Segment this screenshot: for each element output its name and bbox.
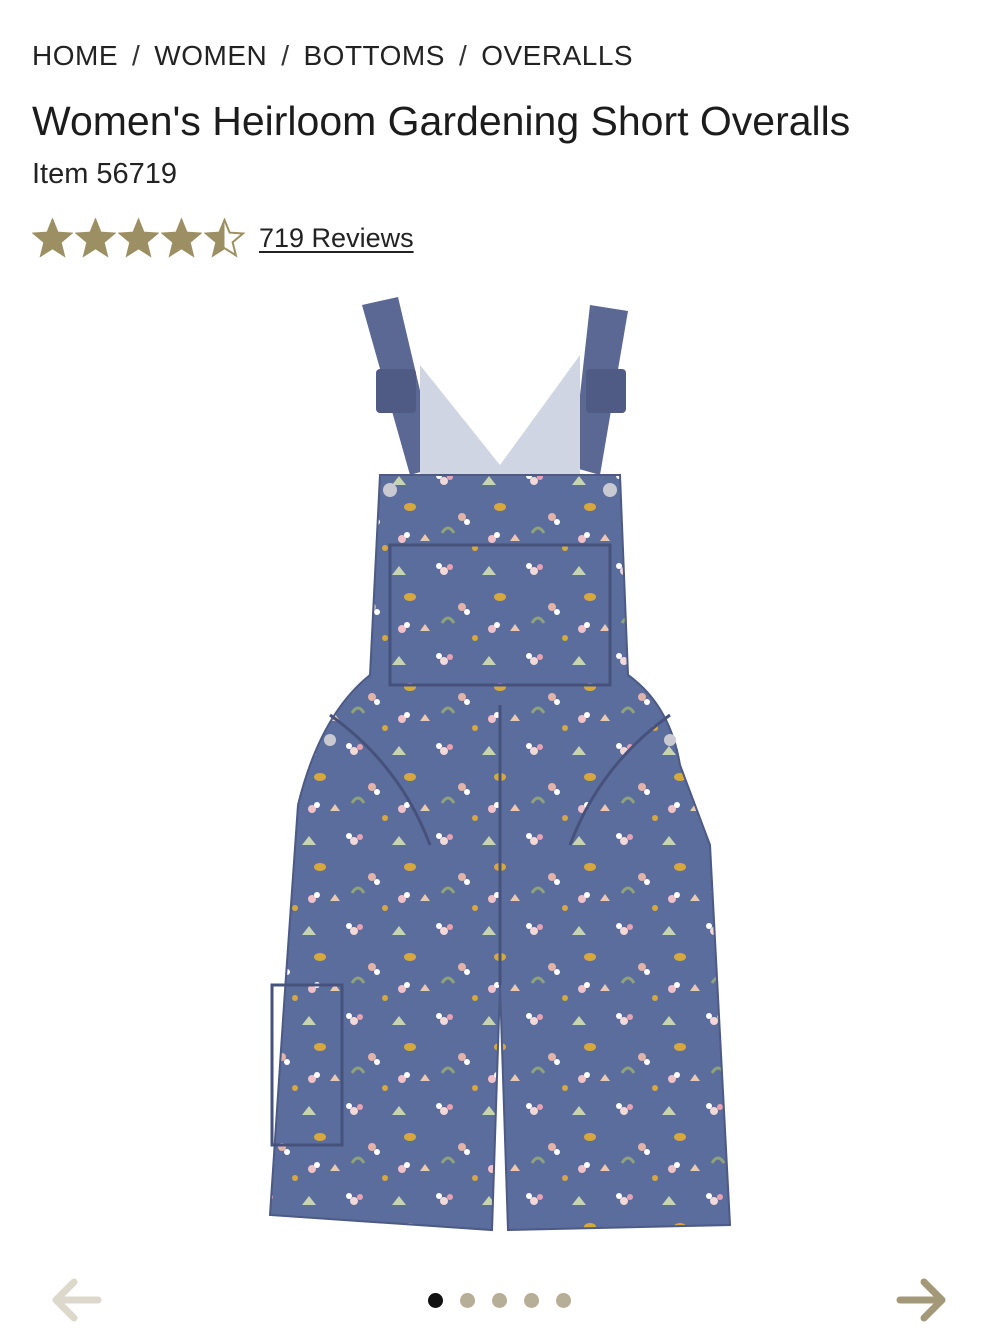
arrow-right-icon — [896, 1278, 946, 1322]
arrow-left-icon — [52, 1278, 102, 1322]
carousel-next-button[interactable] — [892, 1272, 952, 1328]
carousel-dot[interactable] — [556, 1293, 571, 1308]
carousel-dot[interactable] — [428, 1293, 443, 1308]
item-number-value: 56719 — [96, 158, 178, 190]
breadcrumb-home[interactable]: HOME — [32, 40, 118, 72]
star-icon — [32, 218, 73, 258]
star-icon — [161, 218, 202, 258]
breadcrumb-separator: / — [132, 40, 141, 71]
carousel-prev-button[interactable] — [46, 1272, 106, 1328]
breadcrumb: HOME / WOMEN / BOTTOMS / OVERALLS — [32, 40, 633, 72]
breadcrumb-separator: / — [281, 40, 290, 71]
breadcrumb-separator: / — [458, 40, 468, 71]
overalls-icon — [268, 297, 732, 1232]
breadcrumb-women[interactable]: WOMEN — [154, 40, 267, 72]
breadcrumb-bottoms[interactable]: BOTTOMS — [304, 40, 445, 72]
item-label: Item — [32, 158, 89, 190]
product-title: Women's Heirloom Gardening Short Overall… — [32, 98, 851, 144]
carousel-dot[interactable] — [460, 1293, 475, 1308]
star-icon — [204, 218, 245, 258]
star-icon — [75, 218, 116, 258]
product-image[interactable] — [250, 285, 750, 1255]
rating: 719 Reviews — [32, 218, 414, 259]
item-number: Item 56719 — [32, 158, 177, 191]
breadcrumb-overalls[interactable]: OVERALLS — [481, 40, 633, 72]
carousel-dots — [428, 1293, 571, 1308]
reviews-link[interactable]: 719 Reviews — [259, 223, 414, 254]
carousel-dot[interactable] — [492, 1293, 507, 1308]
star-rating — [32, 218, 245, 259]
carousel-dot[interactable] — [524, 1293, 539, 1308]
star-icon — [118, 218, 159, 258]
